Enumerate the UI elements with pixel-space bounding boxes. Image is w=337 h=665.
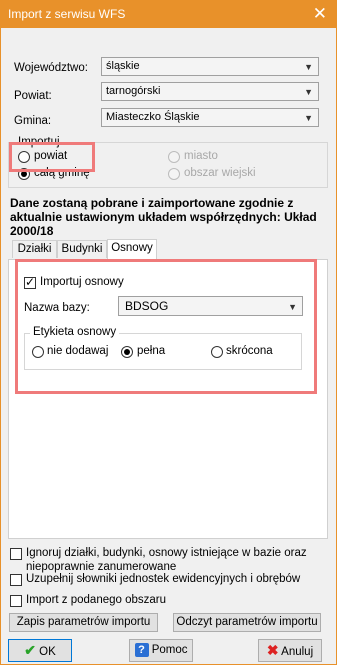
tab-budynki[interactable]: Budynki [57, 240, 107, 258]
close-icon[interactable]: ✕ [313, 4, 327, 24]
title-bar[interactable]: Import z serwisu WFS ✕ [1, 1, 336, 28]
ignoruj-label-line1: Ignoruj działki, budynki, osnowy istniej… [26, 547, 307, 559]
tab-osnowy-label: Osnowy [111, 242, 153, 254]
wojewodztwo-value: śląskie [106, 60, 140, 72]
powiat-value: tarnogórski [106, 85, 161, 97]
window-title: Import z serwisu WFS [8, 7, 126, 21]
anuluj-label: Anuluj [281, 646, 314, 658]
import-obszar-label: Import z podanego obszaru [26, 594, 167, 606]
obszar-wiejski-label: obszar wiejski [184, 167, 256, 179]
ignoruj-label-line2: niepoprawnie zanumerowane [26, 561, 177, 573]
tab-dzialki[interactable]: Działki [12, 240, 57, 258]
info-text: Dane zostaną pobrane i zaimportowane zgo… [10, 196, 317, 238]
help-icon: ? [134, 643, 149, 657]
miasto-label: miasto [184, 150, 218, 162]
import-obszar-checkbox[interactable] [10, 595, 22, 607]
zapis-button[interactable]: Zapis parametrów importu [9, 613, 158, 632]
ok-label: OK [39, 646, 56, 658]
odczyt-button[interactable]: Odczyt parametrów importu [173, 613, 321, 632]
gmina-select[interactable]: Miasteczko Śląskie ▼ [101, 108, 319, 127]
pomoc-button[interactable]: ? Pomoc [129, 639, 193, 662]
wojewodztwo-label: Województwo: [14, 62, 88, 74]
zapis-label: Zapis parametrów importu [16, 616, 151, 628]
pomoc-label: Pomoc [151, 644, 188, 656]
ignoruj-label: Ignoruj działki, budynki, osnowy istniej… [26, 546, 326, 574]
chevron-down-icon: ▼ [304, 62, 313, 72]
powiat-label: Powiat: [14, 90, 52, 102]
highlight-powiat [9, 142, 95, 172]
miasto-radio[interactable] [168, 151, 180, 163]
ignoruj-checkbox[interactable] [10, 548, 22, 560]
tab-budynki-label: Budynki [61, 243, 103, 255]
tab-osnowy[interactable]: Osnowy [107, 239, 157, 259]
gmina-value: Miasteczko Śląskie [106, 111, 200, 123]
chevron-down-icon: ▼ [304, 113, 313, 123]
obszar-wiejski-radio[interactable] [168, 168, 180, 180]
wojewodztwo-select[interactable]: śląskie ▼ [101, 57, 319, 76]
ok-button[interactable]: ✔ OK [8, 639, 72, 662]
check-icon: ✔ [24, 642, 36, 658]
uzupelnij-checkbox[interactable] [10, 574, 22, 586]
powiat-select[interactable]: tarnogórski ▼ [101, 82, 319, 101]
cancel-icon: ✖ [266, 642, 279, 658]
anuluj-button[interactable]: ✖ Anuluj [258, 639, 322, 662]
highlight-osnowy-panel [15, 259, 317, 394]
uzupelnij-label: Uzupełnij słowniki jednostek ewidencyjny… [26, 573, 301, 585]
odczyt-label: Odczyt parametrów importu [176, 616, 318, 628]
gmina-label: Gmina: [14, 115, 52, 127]
chevron-down-icon: ▼ [304, 87, 313, 97]
tab-dzialki-label: Działki [17, 243, 52, 255]
